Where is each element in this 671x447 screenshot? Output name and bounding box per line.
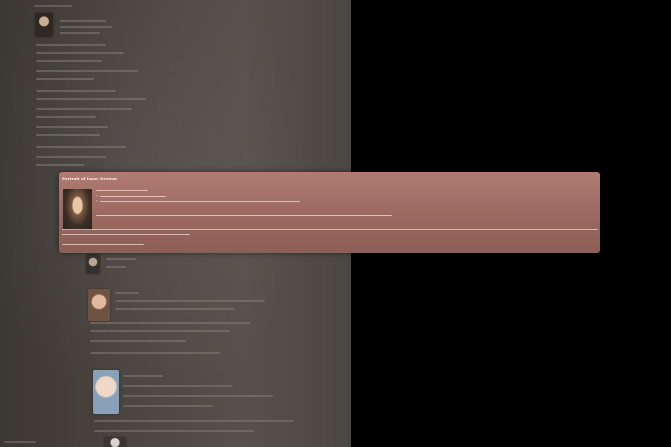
blurred-text-line (106, 258, 136, 260)
blurred-text-line (36, 90, 116, 92)
blurred-text-line (123, 385, 233, 387)
blurred-text-line (106, 266, 126, 268)
blurred-text-line (36, 146, 126, 148)
card-text-line (96, 215, 392, 216)
blurred-text-line (36, 108, 132, 110)
blurred-text-line (36, 134, 100, 136)
card-text-line (96, 190, 148, 191)
blurred-text-line (123, 395, 273, 397)
blurred-text-line (36, 60, 102, 62)
blurred-text-line (94, 430, 254, 432)
card-text-line (100, 196, 166, 197)
card-text-line (62, 244, 144, 245)
blurred-text-line (90, 330, 230, 332)
blurred-text-line (123, 405, 213, 407)
blurred-text-line (90, 340, 186, 342)
thumbnail-image (86, 254, 100, 274)
portrait-image-icon (63, 189, 92, 230)
blurred-text-line (36, 156, 106, 158)
card-text-line (62, 234, 190, 235)
blurred-text-line (115, 308, 235, 310)
blurred-text-line (36, 164, 84, 166)
blurred-text-line (36, 98, 146, 100)
blurred-text-line (115, 292, 139, 294)
thumbnail-image (88, 289, 110, 321)
blurred-text-line (34, 5, 72, 7)
blurred-text-line (36, 78, 94, 80)
bullet-icon: • (96, 194, 98, 198)
record-title: Portrait of Isaac Newton (62, 176, 117, 181)
blurred-text-line (94, 420, 294, 422)
blurred-text-line (60, 20, 106, 22)
blurred-text-line (90, 322, 250, 324)
highlighted-record-card[interactable]: Portrait of Isaac Newton • • (59, 172, 600, 253)
thumbnail-image (104, 437, 126, 447)
blurred-text-line (36, 126, 108, 128)
blurred-text-line (60, 32, 100, 34)
bullet-icon: • (96, 199, 98, 203)
thumbnail-image (35, 13, 53, 37)
card-text-line (62, 229, 598, 230)
blurred-text-line (90, 352, 220, 354)
blurred-text-line (36, 52, 124, 54)
blurred-text-line (4, 441, 36, 443)
blurred-text-line (123, 375, 163, 377)
card-text-line (100, 201, 300, 202)
blurred-text-line (36, 70, 138, 72)
blurred-text-line (60, 26, 112, 28)
blurred-text-line (36, 116, 96, 118)
blurred-text-line (36, 44, 106, 46)
blurred-text-line (115, 300, 265, 302)
thumbnail-image (93, 370, 119, 414)
